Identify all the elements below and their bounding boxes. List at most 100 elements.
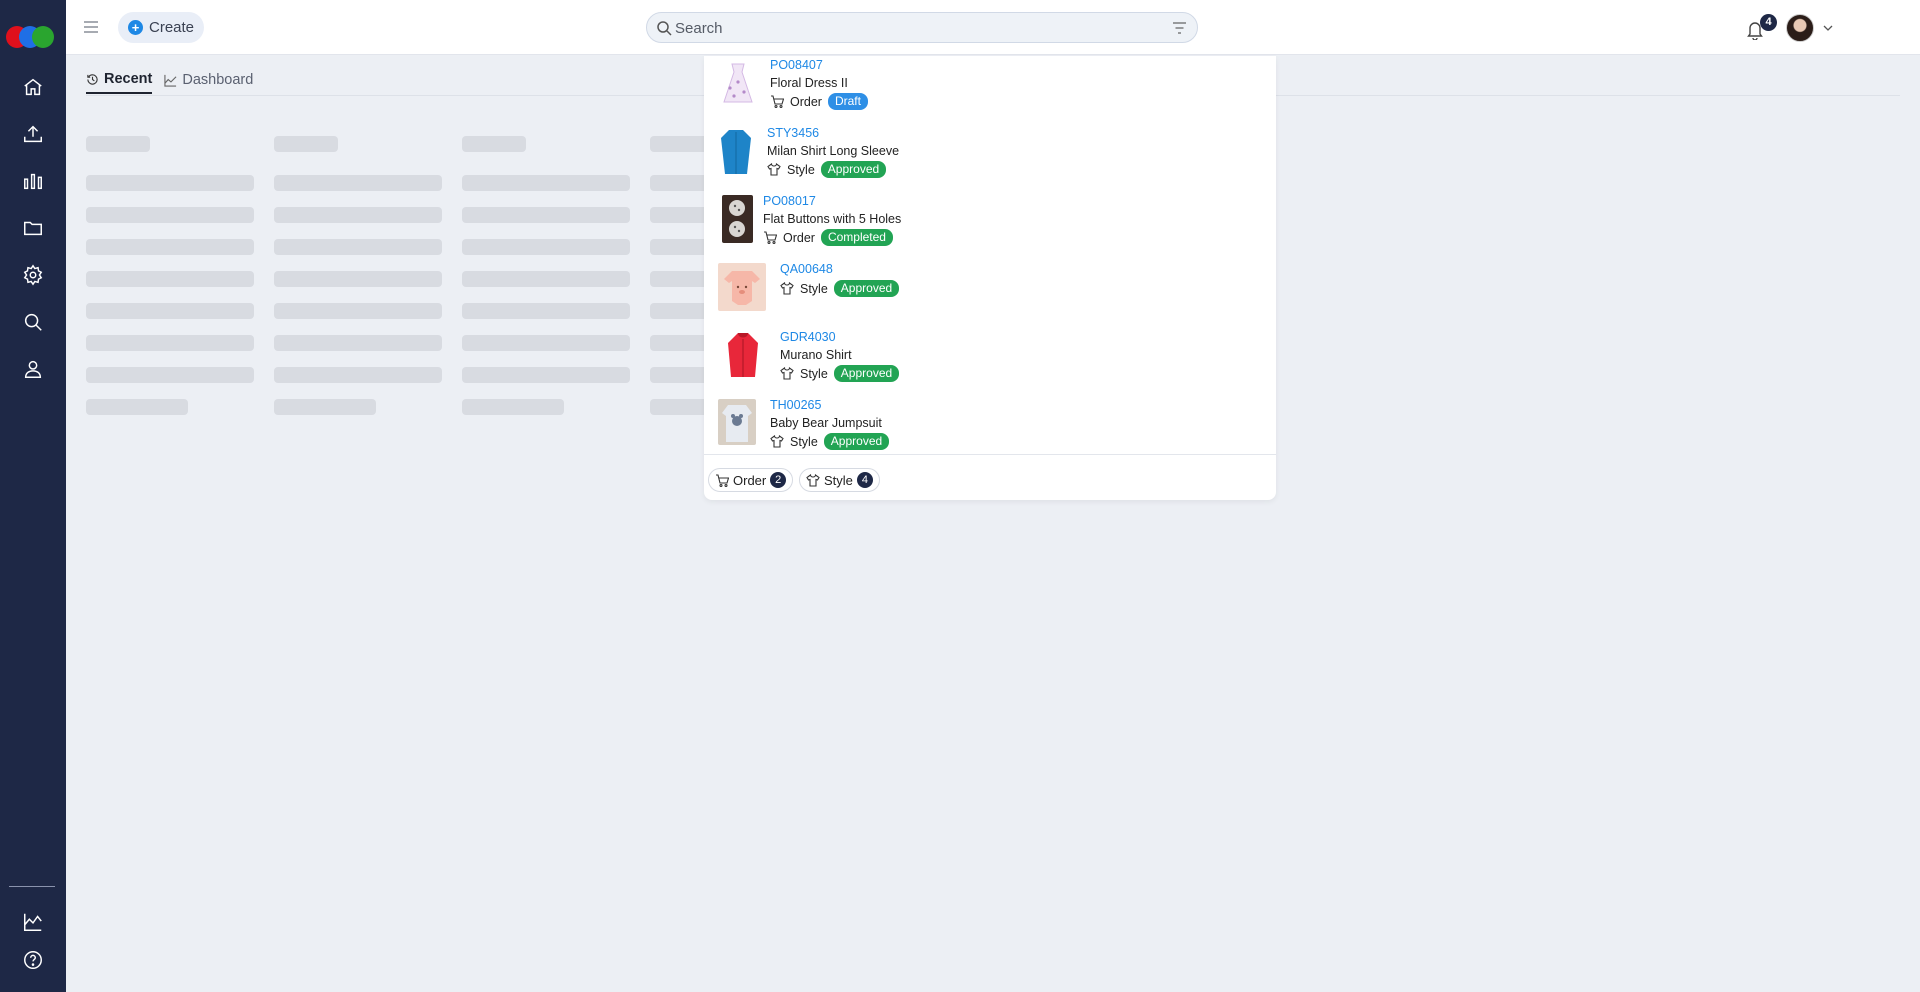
- search-result[interactable]: GDR4030 Murano Shirt Style Approved: [718, 328, 1258, 390]
- result-name: Baby Bear Jumpsuit: [770, 416, 882, 430]
- skeleton-bar: [86, 175, 254, 191]
- skeleton-bar: [86, 303, 254, 319]
- chevron-down-icon[interactable]: [1822, 22, 1834, 34]
- floral-dress-thumbnail: [723, 63, 753, 103]
- result-code[interactable]: QA00648: [780, 262, 833, 276]
- result-name: Flat Buttons with 5 Holes: [763, 212, 902, 226]
- filter-icon[interactable]: [1172, 21, 1187, 35]
- baby-bodysuit-thumbnail: [718, 263, 766, 311]
- blue-shirt-thumbnail: [721, 130, 751, 174]
- result-meta: Order Draft: [770, 93, 868, 110]
- history-icon: [87, 73, 98, 85]
- search-icon[interactable]: [19, 308, 47, 336]
- user-icon[interactable]: [19, 355, 47, 383]
- skeleton-bar: [86, 271, 254, 287]
- result-name: Murano Shirt: [780, 348, 852, 362]
- result-type: Order: [783, 230, 815, 245]
- gear-icon[interactable]: [19, 261, 47, 289]
- skeleton-header: [86, 136, 150, 152]
- skeleton-bar: [274, 271, 442, 287]
- filter-chip-style[interactable]: Style 4: [799, 468, 880, 492]
- left-rail: [0, 0, 66, 992]
- search-result[interactable]: STY3456 Milan Shirt Long Sleeve Style Ap…: [718, 124, 1258, 186]
- search-result[interactable]: PO08407 Floral Dress II Order Draft: [718, 56, 1258, 118]
- result-name: Floral Dress II: [770, 76, 848, 90]
- result-meta: Style Approved: [770, 433, 890, 450]
- skeleton-bar: [274, 175, 442, 191]
- tab-dashboard[interactable]: Dashboard: [164, 66, 253, 94]
- skeleton-bar: [274, 335, 442, 351]
- result-type: Style: [800, 366, 828, 381]
- result-code[interactable]: PO08017: [763, 194, 816, 208]
- folder-icon[interactable]: [19, 214, 47, 242]
- home-icon[interactable]: [19, 73, 47, 101]
- avatar[interactable]: [1786, 14, 1814, 42]
- search-result[interactable]: QA00648 Style Approved: [718, 260, 1258, 322]
- status-badge: Draft: [827, 93, 868, 110]
- skeleton-header: [462, 136, 526, 152]
- result-code[interactable]: PO08407: [770, 58, 823, 72]
- skeleton-bar: [462, 271, 630, 287]
- status-badge: Approved: [833, 280, 900, 297]
- bar-chart-icon[interactable]: [19, 167, 47, 195]
- rail-divider: [9, 886, 55, 887]
- tab-bar: Recent Dashboard: [86, 66, 253, 96]
- tab-label: Recent: [104, 71, 153, 87]
- create-label: Create: [149, 19, 195, 36]
- skeleton-bar: [462, 207, 630, 223]
- tshirt-icon: [780, 282, 794, 295]
- tshirt-icon: [806, 473, 820, 487]
- tab-recent[interactable]: Recent: [86, 66, 153, 94]
- status-badge: Approved: [820, 161, 887, 178]
- line-chart-icon[interactable]: [19, 908, 47, 936]
- cart-icon: [764, 231, 777, 244]
- skeleton-bar: [462, 335, 630, 351]
- skeleton-bar: [86, 399, 188, 415]
- chip-count: 2: [770, 472, 787, 488]
- hamburger-menu-icon[interactable]: [82, 17, 100, 37]
- skeleton-bar: [462, 175, 630, 191]
- skeleton-bar: [274, 367, 442, 383]
- red-jacket-thumbnail: [728, 333, 758, 377]
- app-logo[interactable]: [6, 26, 60, 48]
- tshirt-icon: [780, 367, 794, 380]
- result-code[interactable]: STY3456: [767, 126, 819, 140]
- result-meta: Style Approved: [780, 280, 900, 297]
- skeleton-bar: [462, 239, 630, 255]
- skeleton-bar: [86, 335, 254, 351]
- create-button[interactable]: + Create: [118, 12, 204, 43]
- result-code[interactable]: TH00265: [770, 398, 821, 412]
- result-meta: Style Approved: [780, 365, 900, 382]
- skeleton-bar: [462, 367, 630, 383]
- search-input[interactable]: [675, 18, 1155, 38]
- skeleton-bar: [274, 303, 442, 319]
- chip-label: Style: [824, 472, 853, 488]
- skeleton-bar: [86, 239, 254, 255]
- skeleton-bar: [86, 207, 254, 223]
- skeleton-bar: [462, 399, 564, 415]
- search-bar[interactable]: [646, 12, 1198, 43]
- notification-count-badge: 4: [1760, 14, 1777, 31]
- help-icon[interactable]: [19, 946, 47, 974]
- result-code[interactable]: GDR4030: [780, 330, 836, 344]
- result-type: Order: [790, 94, 822, 109]
- skeleton-bar: [86, 367, 254, 383]
- upload-icon[interactable]: [19, 120, 47, 148]
- status-badge: Approved: [833, 365, 900, 382]
- skeleton-bar: [274, 207, 442, 223]
- skeleton-bar: [462, 303, 630, 319]
- result-type: Style: [787, 162, 815, 177]
- tab-label: Dashboard: [182, 72, 254, 88]
- search-results-dropdown: PO08407 Floral Dress II Order Draft STY3…: [704, 56, 1276, 500]
- search-result[interactable]: TH00265 Baby Bear Jumpsuit Style Approve…: [718, 396, 1258, 458]
- bear-jumpsuit-thumbnail: [718, 399, 756, 445]
- buttons-thumbnail: [722, 195, 753, 243]
- filter-chip-order[interactable]: Order 2: [708, 468, 794, 492]
- chip-label: Order: [733, 472, 767, 488]
- search-icon: [657, 21, 672, 36]
- search-result[interactable]: PO08017 Flat Buttons with 5 Holes Order …: [718, 192, 1258, 254]
- result-type: Style: [800, 281, 828, 296]
- result-meta: Order Completed: [763, 229, 893, 246]
- result-name: Milan Shirt Long Sleeve: [767, 144, 900, 158]
- tshirt-icon: [770, 435, 784, 448]
